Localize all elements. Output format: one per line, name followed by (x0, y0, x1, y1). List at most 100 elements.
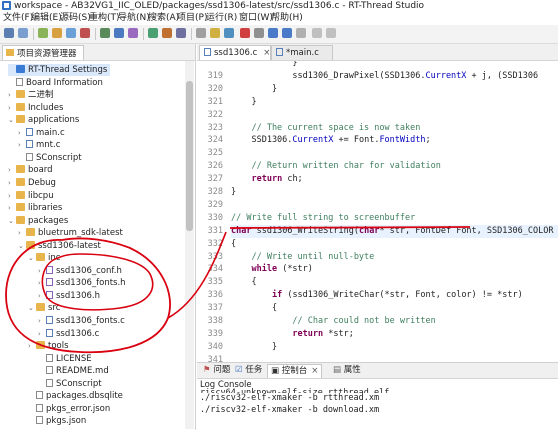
tree-item[interactable]: › mnt.c (18, 139, 60, 151)
pin-icon[interactable] (240, 28, 250, 38)
next-annotation-icon[interactable] (224, 28, 234, 38)
debug-icon[interactable] (66, 28, 76, 38)
chevron-right-icon[interactable]: › (8, 89, 16, 101)
chevron-right-icon[interactable]: › (8, 177, 16, 189)
tree-item[interactable]: › board (8, 164, 53, 176)
menu-refactor[interactable]: 重构(T) (89, 12, 120, 25)
tree-item[interactable]: RT-Thread Settings (8, 64, 111, 76)
chevron-right-icon[interactable]: › (8, 190, 16, 202)
menu-window[interactable]: 窗口(W) (239, 12, 273, 25)
tab-main-c[interactable]: *main.c (271, 45, 333, 60)
tree-item[interactable]: › Includes (8, 102, 63, 114)
tree-item[interactable]: › ssd1306_fonts.c (38, 315, 125, 327)
new-icon[interactable] (4, 28, 14, 38)
chevron-right-icon[interactable]: › (28, 340, 36, 352)
line-number: 337 (207, 303, 223, 314)
close-icon[interactable]: × (311, 366, 318, 376)
chevron-down-icon[interactable]: ⌄ (18, 240, 26, 252)
save-icon[interactable] (18, 28, 28, 38)
tree-item[interactable]: ⌄ inc (28, 252, 60, 264)
run-icon[interactable] (148, 28, 158, 38)
dropdown-icon[interactable] (296, 28, 306, 38)
explorer-scrollbar[interactable] (185, 61, 194, 429)
hammer-icon[interactable] (52, 28, 62, 38)
menu-help[interactable]: 帮助(H) (271, 12, 303, 25)
search-icon[interactable] (196, 28, 206, 38)
chevron-right-icon[interactable]: › (38, 328, 46, 340)
line-number: 324 (207, 135, 223, 146)
tree-item[interactable]: README.md (38, 365, 109, 377)
tab-ssd1306-c[interactable]: ssd1306.c × (199, 45, 271, 60)
chevron-right-icon[interactable]: › (8, 102, 16, 114)
menu-navigate[interactable]: 导航(N) (118, 12, 150, 25)
scrollbar-thumb[interactable] (186, 81, 193, 231)
tree-item[interactable]: Board Information (8, 77, 103, 89)
explorer-tab-bar: 项目资源管理器 (0, 44, 195, 61)
folder-icon (26, 240, 35, 249)
menu-edit[interactable]: 编辑(E) (31, 12, 62, 25)
stop-icon[interactable] (162, 28, 172, 38)
chevron-down-icon[interactable]: ⌄ (8, 114, 16, 126)
chevron-down-icon[interactable]: ⌄ (28, 252, 36, 264)
tree-item[interactable]: ⌄ packages (8, 215, 68, 227)
tree-item[interactable]: › libraries (8, 202, 62, 214)
open-type-icon[interactable] (176, 28, 186, 38)
tree-item[interactable]: › tools (28, 340, 69, 352)
tree-item[interactable]: › ssd1306_conf.h (38, 265, 122, 277)
code-text-area[interactable]: } ssd1306_DrawPixel(SSD1306.CurrentX + j… (231, 61, 558, 362)
tab-label: 属性 (343, 365, 361, 375)
menu-run[interactable]: 运行(R) (206, 12, 237, 25)
tree-item[interactable]: › ssd1306_fonts.h (38, 277, 126, 289)
annotation-icon[interactable] (210, 28, 220, 38)
terminal-icon[interactable] (100, 28, 110, 38)
tree-item[interactable]: › libcpu (8, 190, 54, 202)
tree-item[interactable]: SConscript (38, 378, 102, 390)
tree-item[interactable]: › Debug (8, 177, 56, 189)
nav-right-icon[interactable] (282, 28, 292, 38)
folder-icon (16, 165, 25, 174)
nav-left-icon[interactable] (268, 28, 278, 38)
tree-item[interactable]: ⌄ applications (8, 114, 79, 126)
tree-item[interactable]: LICENSE (38, 353, 92, 365)
chevron-right-icon[interactable]: › (8, 164, 16, 176)
tree-item-label: packages.dbsqlite (46, 391, 123, 402)
tab-console[interactable]: ▣ 控制台 × (267, 364, 323, 378)
chevron-down-icon[interactable]: ⌄ (28, 302, 36, 314)
tree-item[interactable]: › ssd1306.c (38, 328, 99, 340)
chevron-right-icon[interactable]: › (38, 265, 46, 277)
chevron-right-icon[interactable]: › (18, 127, 26, 139)
download-icon[interactable] (80, 28, 90, 38)
menu-file[interactable]: 文件(F) (3, 12, 33, 25)
tree-item[interactable]: SConscript (18, 152, 82, 164)
tree-item[interactable]: packages.dbsqlite (28, 390, 123, 402)
chevron-right-icon[interactable]: › (18, 227, 26, 239)
close-icon[interactable]: × (263, 48, 270, 58)
chevron-right-icon[interactable]: › (38, 315, 46, 327)
tab-project-explorer[interactable]: 项目资源管理器 (2, 45, 84, 60)
menu-source[interactable]: 源码(S) (60, 12, 91, 25)
tree-item[interactable]: › bluetrum_sdk-latest (18, 227, 123, 239)
tab-problems[interactable]: ⚑ 问题 (203, 364, 230, 377)
chevron-down-icon[interactable] (326, 28, 336, 38)
tree-item[interactable]: › 二进制 (8, 89, 54, 101)
forward-icon[interactable] (312, 28, 322, 38)
settings-icon[interactable] (128, 28, 138, 38)
chevron-down-icon[interactable]: ⌄ (8, 215, 16, 227)
tab-tasks[interactable]: ☑ 任务 (235, 364, 262, 377)
back-history-icon[interactable] (254, 28, 264, 38)
tab-properties[interactable]: ▤ 属性 (333, 364, 361, 377)
tree-item[interactable]: pkgs.json (28, 415, 86, 427)
tree-item[interactable]: › ssd1306.h (38, 290, 100, 302)
tree-item[interactable]: pkgs_error.json (28, 403, 110, 415)
chevron-right-icon[interactable]: › (38, 277, 46, 289)
menu-search[interactable]: 搜索(A) (148, 12, 179, 25)
tree-item[interactable]: ⌄ src (28, 302, 60, 314)
chevron-right-icon[interactable]: › (38, 290, 46, 302)
menu-project[interactable]: 项目(P) (177, 12, 207, 25)
tree-item[interactable]: ⌄ ssd1306-latest (18, 240, 101, 252)
tree-item[interactable]: › main.c (18, 127, 65, 139)
chevron-right-icon[interactable]: › (18, 139, 26, 151)
sdk-icon[interactable] (114, 28, 124, 38)
chevron-right-icon[interactable]: › (8, 202, 16, 214)
build-icon[interactable] (38, 28, 48, 38)
